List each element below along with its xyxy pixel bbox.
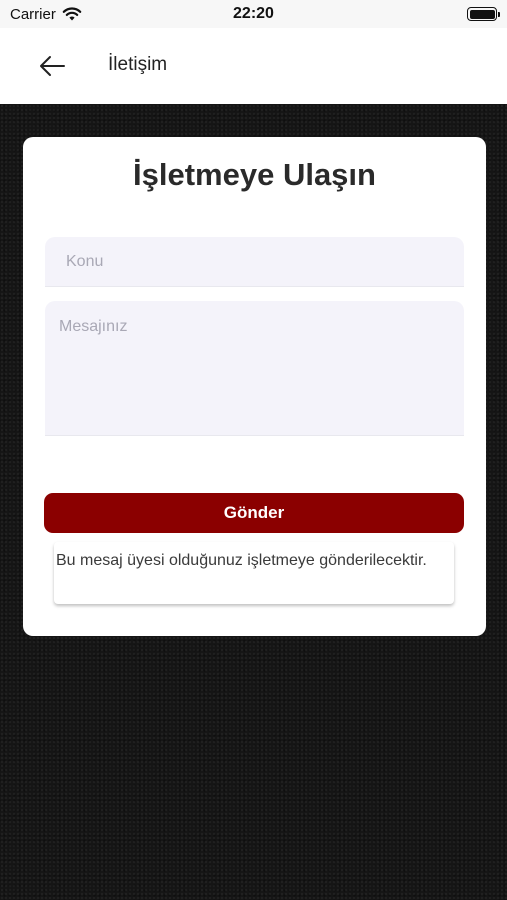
navigation-bar: İletişim [0, 28, 507, 104]
message-field [45, 301, 464, 436]
info-note: Bu mesaj üyesi olduğunuz işletmeye gönde… [54, 542, 454, 604]
contact-form-card: İşletmeye Ulaşın Gönder Bu mesaj üyesi o… [23, 137, 486, 636]
send-button[interactable]: Gönder [44, 493, 464, 533]
arrow-left-icon [40, 56, 65, 76]
status-time: 22:20 [233, 5, 274, 22]
subject-input[interactable] [45, 237, 464, 286]
form-title: İşletmeye Ulaşın [133, 157, 376, 192]
battery-icon [467, 7, 500, 21]
back-button[interactable] [36, 50, 68, 82]
message-input[interactable] [45, 301, 464, 435]
subject-field [45, 237, 464, 287]
status-bar: Carrier 22:20 [0, 0, 507, 28]
page-title: İletişim [108, 54, 168, 75]
